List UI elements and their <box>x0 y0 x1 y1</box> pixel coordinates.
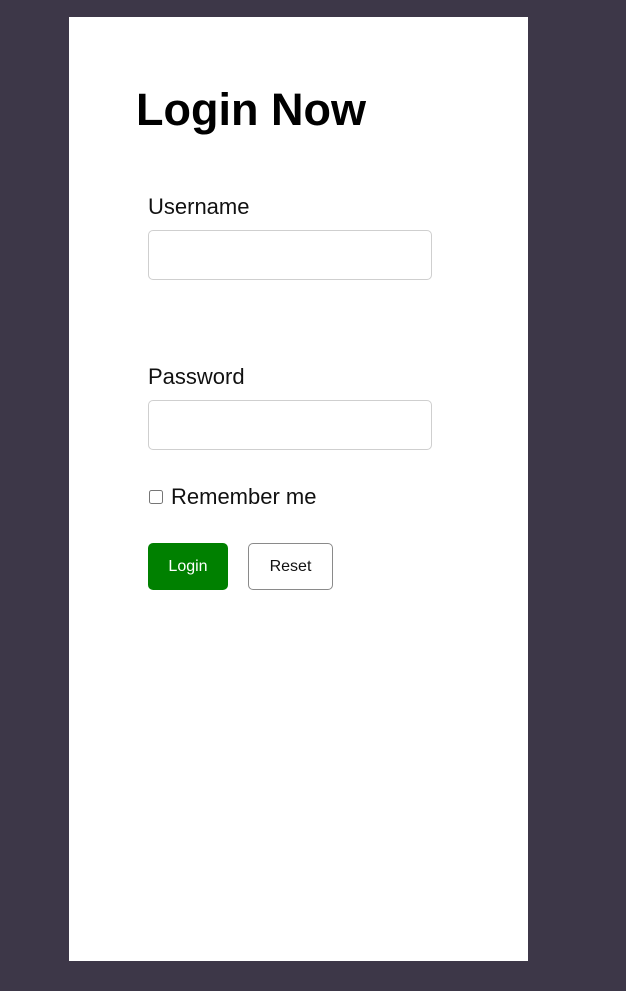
remember-me-row: Remember me <box>149 483 316 511</box>
login-button[interactable]: Login <box>148 543 228 590</box>
username-input[interactable] <box>148 230 432 280</box>
remember-me-label: Remember me <box>171 484 317 509</box>
page-title: Login Now <box>136 84 366 135</box>
remember-me-checkbox[interactable] <box>149 490 163 504</box>
password-label: Password <box>148 364 245 389</box>
username-label: Username <box>148 194 250 219</box>
reset-button[interactable]: Reset <box>248 543 333 590</box>
password-input[interactable] <box>148 400 432 450</box>
login-card: Login Now Username Password Remember me … <box>69 17 528 961</box>
